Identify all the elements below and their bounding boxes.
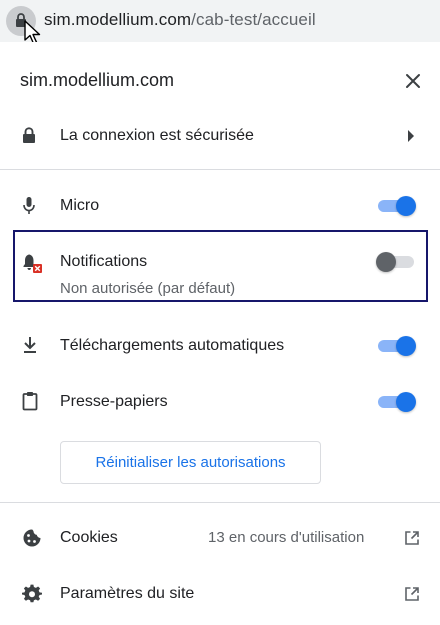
permission-row-downloads: Téléchargements automatiques — [0, 330, 440, 362]
permission-row-clipboard: Presse-papiers — [0, 386, 440, 418]
url-text[interactable]: sim.modellium.com/cab-test/accueil — [44, 10, 316, 30]
notifications-toggle[interactable] — [376, 251, 418, 273]
permission-row-notifications: Notifications Non autorisée (par défaut) — [0, 246, 440, 297]
permission-label-downloads: Téléchargements automatiques — [60, 337, 285, 354]
notifications-blocked-icon — [23, 254, 42, 273]
cookies-label: Cookies — [60, 529, 118, 546]
gear-icon — [22, 584, 42, 603]
downloads-toggle[interactable] — [376, 335, 418, 357]
download-icon — [24, 337, 36, 353]
panel-site-title: sim.modellium.com — [20, 70, 175, 90]
cookies-row[interactable]: Cookies 13 en cours d'utilisation — [0, 522, 440, 554]
permission-label-notifications: Notifications — [60, 253, 148, 270]
lock-icon — [23, 127, 35, 143]
close-button[interactable] — [400, 68, 426, 94]
open-external-icon[interactable] — [404, 530, 420, 546]
connection-security-row[interactable]: La connexion est sécurisée — [0, 120, 440, 152]
toggle-knob — [396, 196, 416, 216]
permission-row-micro: Micro — [0, 190, 440, 222]
open-external-icon[interactable] — [404, 586, 420, 602]
address-bar[interactable]: sim.modellium.com/cab-test/accueil — [0, 0, 440, 45]
connection-label: La connexion est sécurisée — [60, 127, 254, 144]
clipboard-icon — [22, 392, 38, 411]
close-icon — [406, 74, 420, 88]
clipboard-toggle[interactable] — [376, 391, 418, 413]
url-host: sim.modellium.com — [44, 10, 192, 29]
permission-label-micro: Micro — [60, 197, 100, 214]
divider — [0, 169, 440, 170]
reset-permissions-button[interactable]: Réinitialiser les autorisations — [60, 441, 321, 484]
toggle-knob — [376, 252, 396, 272]
microphone-icon — [23, 197, 35, 214]
url-path: /cab-test/accueil — [191, 10, 316, 29]
cookie-icon — [23, 529, 41, 547]
toggle-knob — [396, 392, 416, 412]
micro-toggle[interactable] — [376, 195, 418, 217]
site-settings-row[interactable]: Paramètres du site — [0, 578, 440, 610]
toggle-knob — [396, 336, 416, 356]
chevron-right-icon — [408, 130, 414, 142]
divider — [0, 502, 440, 503]
site-settings-label: Paramètres du site — [60, 585, 195, 602]
permission-label-clipboard: Presse-papiers — [60, 393, 168, 410]
permission-sublabel-notifications: Non autorisée (par défaut) — [60, 280, 236, 297]
cookies-status: 13 en cours d'utilisation — [208, 529, 365, 546]
